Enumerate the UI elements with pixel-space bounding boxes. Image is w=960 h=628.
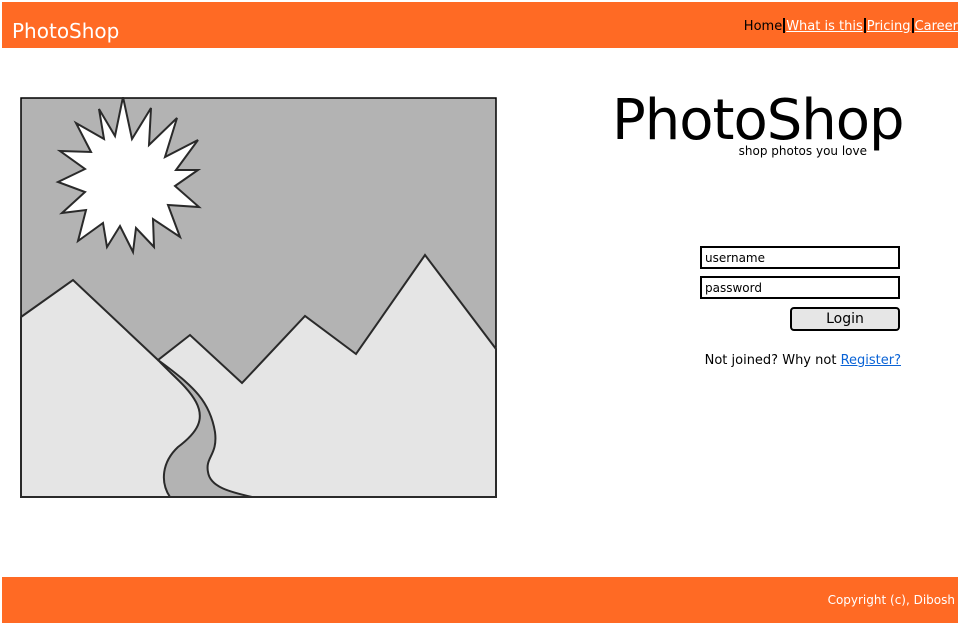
hero-image-placeholder (20, 97, 497, 498)
top-header: PhotoShop Home What is this Pricing Career (2, 2, 958, 48)
username-input[interactable] (700, 246, 900, 269)
copyright-text: Copyright (c), Dibosh (827, 593, 955, 607)
nav-what-is-this-link[interactable]: What is this (786, 19, 863, 34)
register-prompt-line: Not joined? Why not Register? (705, 353, 901, 368)
nav-separator (863, 18, 866, 33)
nav-separator (783, 18, 786, 33)
footer-bar: Copyright (c), Dibosh (2, 577, 958, 623)
nav-separator (911, 18, 914, 33)
register-link[interactable]: Register? (841, 353, 901, 368)
nav-home-link[interactable]: Home (744, 19, 782, 34)
login-button[interactable]: Login (790, 307, 900, 331)
nav-career-link[interactable]: Career (915, 19, 958, 34)
logo-tagline: shop photos you love (738, 144, 867, 158)
top-nav: Home What is this Pricing Career (744, 18, 958, 34)
nav-pricing-link[interactable]: Pricing (867, 19, 911, 34)
password-input[interactable] (700, 276, 900, 299)
brand-name[interactable]: PhotoShop (12, 19, 119, 43)
register-prompt-text: Not joined? Why not (704, 353, 841, 368)
